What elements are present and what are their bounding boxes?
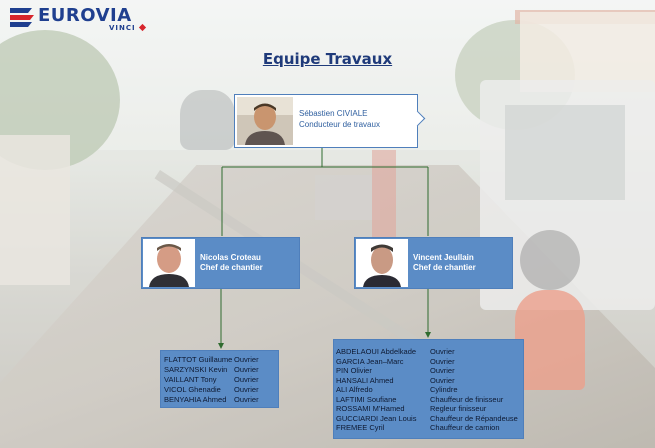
member-name: ALI Alfredo [336,385,373,394]
member-name: VICOL Ghenadie [164,385,221,394]
member-role: Cylindre [430,385,458,394]
member-role: Chauffeur de Répandeuse [430,413,518,423]
member-role: Ouvrier [234,395,259,404]
member-name: SARZYNSKI Kevin [164,365,228,374]
manager-role: Conducteur de travaux [299,120,380,129]
manager-name: Sébastien CIVIALE [299,109,368,118]
member-role: Ouvrier [430,356,455,366]
member-name: ROSSAMI M'Hamed [336,404,405,413]
team-list-right: ABDELAOUI Abdelkade Ouvrier GARCIA Jean–M… [333,339,524,439]
site-chief-photo-right [356,239,408,287]
member-name: VAILLANT Tony [164,375,217,384]
site-chief-role-left: Chef de chantier [200,263,263,272]
member-role: Chauffeur de finisseur [430,394,504,404]
site-chief-card-right: Vincent Jeullain Chef de chantier [354,237,513,289]
site-chief-name-right: Vincent Jeullain [413,253,474,262]
member-name: LAFTIMI Soufiane [336,394,397,404]
manager-card: Sébastien CIVIALE Conducteur de travaux [234,94,426,148]
member-name: PIN Olivier [336,366,372,375]
member-role: Regleur finisseur [430,404,487,413]
member-name: BENYAHIA Ahmed [164,395,227,404]
member-name: FREMEE Cyril [336,423,385,432]
member-role: Ouvrier [234,375,259,384]
person-photo-icon [143,239,195,287]
member-name: FLATTOT Guillaume [164,355,233,364]
site-chief-photo-left [143,239,195,287]
member-name: GARCIA Jean–Marc [336,356,404,366]
site-chief-role-right: Chef de chantier [413,263,476,272]
team-list-left: FLATTOT Guillaume Ouvrier SARZYNSKI Kevin… [160,350,279,408]
member-role: Ouvrier [234,365,259,374]
person-photo-icon [356,239,408,287]
person-photo-icon [237,97,293,145]
member-role: Ouvrier [234,355,259,364]
member-name: HANSALI Ahmed [336,375,394,385]
site-chief-name-left: Nicolas Croteau [200,253,261,262]
member-role: Chauffeur de camion [430,423,500,432]
member-role: Ouvrier [430,347,455,356]
org-connectors [218,147,431,349]
member-name: GUCCIARDI Jean Louis [336,413,417,423]
member-role: Ouvrier [430,375,455,385]
manager-photo [237,97,293,145]
member-role: Ouvrier [430,366,455,375]
member-role: Ouvrier [234,385,259,394]
site-chief-card-left: Nicolas Croteau Chef de chantier [141,237,300,289]
member-name: ABDELAOUI Abdelkade [336,347,417,356]
